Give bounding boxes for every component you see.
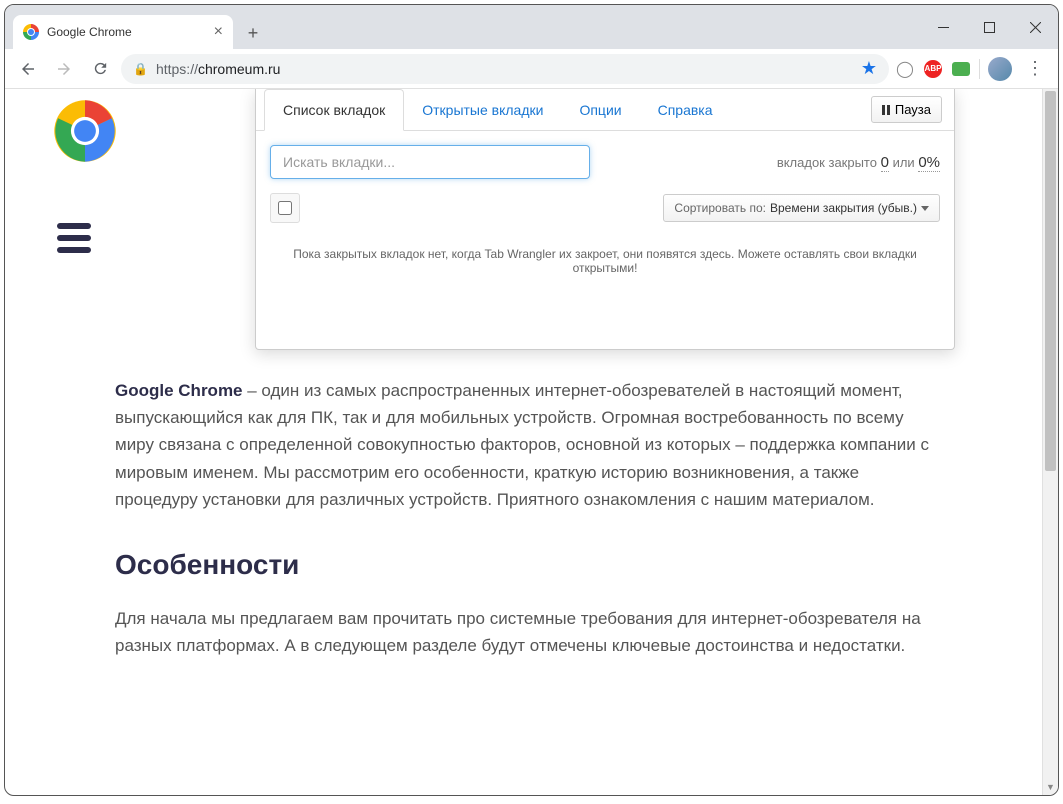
address-bar: 🔒 https://chromeum.ru ★ ◯ ABP ⋮	[5, 49, 1058, 89]
tab-open-tabs[interactable]: Открытые вкладки	[404, 90, 561, 130]
bookmark-star-icon[interactable]: ★	[861, 58, 877, 79]
tab-help[interactable]: Справка	[640, 90, 731, 130]
popup-tabs: Список вкладок Открытые вкладки Опции Сп…	[256, 89, 954, 131]
pause-button[interactable]: Пауза	[871, 96, 942, 123]
search-row: вкладок закрыто 0 или 0%	[270, 145, 940, 179]
minimize-button[interactable]	[920, 5, 966, 49]
extension-area: ◯ ABP ⋮	[895, 54, 1050, 84]
select-all-checkbox[interactable]	[270, 193, 300, 223]
popup-body: вкладок закрыто 0 или 0% Сортировать по:…	[256, 131, 954, 349]
browser-window: Google Chrome × + 🔒 https://chromeum.ru …	[4, 4, 1059, 796]
pause-icon	[882, 105, 890, 115]
maximize-button[interactable]	[966, 5, 1012, 49]
chrome-favicon-icon	[23, 24, 39, 40]
tab-title: Google Chrome	[47, 25, 206, 39]
extension-popup: Список вкладок Открытые вкладки Опции Сп…	[255, 89, 955, 350]
scrollbar[interactable]: ▲ ▼	[1042, 89, 1058, 795]
paragraph-features: Для начала мы предлагаем вам прочитать п…	[115, 605, 942, 659]
article: Google Chrome – один из самых распростра…	[115, 333, 942, 659]
new-tab-button[interactable]: +	[239, 19, 267, 47]
tab-tab-list[interactable]: Список вкладок	[264, 89, 404, 131]
forward-button[interactable]	[49, 54, 79, 84]
sort-label: Сортировать по:	[674, 201, 766, 215]
back-button[interactable]	[13, 54, 43, 84]
heading-features: Особенности	[115, 549, 942, 581]
tab-options[interactable]: Опции	[561, 90, 639, 130]
profile-avatar[interactable]	[988, 57, 1012, 81]
closed-tabs-info: вкладок закрыто 0 или 0%	[777, 154, 940, 171]
url-text: https://chromeum.ru	[156, 61, 281, 77]
browser-tab[interactable]: Google Chrome ×	[13, 15, 233, 49]
close-window-button[interactable]	[1012, 5, 1058, 49]
reload-button[interactable]	[85, 54, 115, 84]
tab-strip: Google Chrome × +	[5, 5, 267, 49]
window-controls	[920, 5, 1058, 49]
close-tab-icon[interactable]: ×	[214, 23, 223, 41]
menu-button[interactable]: ⋮	[1020, 54, 1050, 84]
abp-icon[interactable]: ABP	[923, 59, 943, 79]
paragraph-intro: Google Chrome – один из самых распростра…	[115, 377, 942, 513]
page: Google Chrome – один из самых распростра…	[5, 89, 1042, 795]
tab-wrangler-icon[interactable]	[951, 59, 971, 79]
yandex-icon[interactable]: ◯	[895, 59, 915, 79]
sort-value: Времени закрытия (убыв.)	[770, 201, 917, 215]
chevron-down-icon	[921, 206, 929, 211]
divider	[979, 59, 980, 79]
content-area: Google Chrome – один из самых распростра…	[5, 89, 1058, 795]
scroll-thumb[interactable]	[1045, 91, 1056, 471]
scroll-down-icon[interactable]: ▼	[1043, 779, 1058, 795]
pause-label: Пауза	[895, 102, 931, 117]
lock-icon: 🔒	[133, 62, 148, 76]
search-input[interactable]	[270, 145, 590, 179]
url-input[interactable]: 🔒 https://chromeum.ru ★	[121, 54, 889, 84]
checkbox-input[interactable]	[278, 201, 292, 215]
titlebar: Google Chrome × +	[5, 5, 1058, 49]
chrome-logo-icon	[53, 99, 117, 163]
empty-message: Пока закрытых вкладок нет, когда Tab Wra…	[270, 237, 940, 335]
toolbar-row: Сортировать по: Времени закрытия (убыв.)	[270, 193, 940, 223]
sort-dropdown[interactable]: Сортировать по: Времени закрытия (убыв.)	[663, 194, 940, 222]
